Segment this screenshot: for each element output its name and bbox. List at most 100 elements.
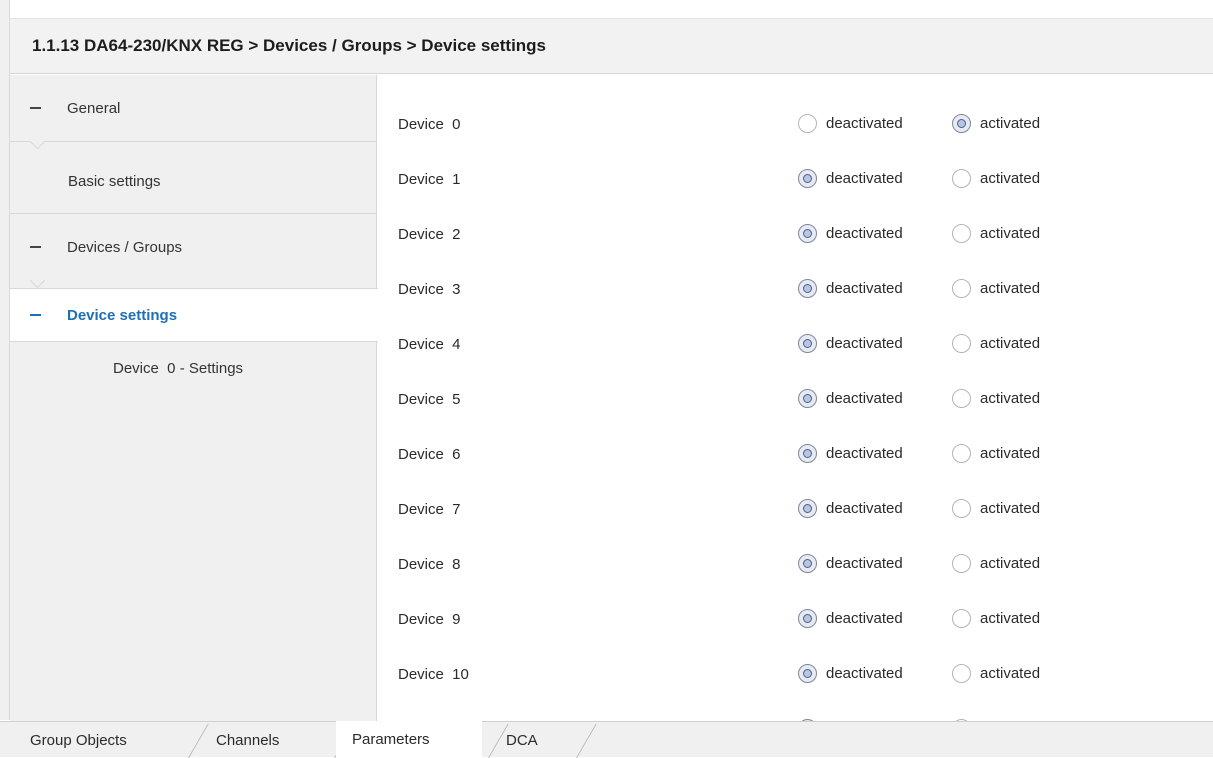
activated-radio[interactable]: activated [952,444,1040,463]
radio-circle-icon[interactable] [952,554,971,573]
radio-circle-icon[interactable] [798,334,817,353]
activated-radio[interactable]: activated [952,389,1040,408]
sidebar-nav: General Basic settings Devices / Groups … [10,75,378,721]
activated-label: activated [980,610,1041,627]
radio-circle-icon[interactable] [798,169,817,188]
deactivated-radio[interactable]: deactivated [798,444,903,463]
radio-circle-icon[interactable] [952,169,971,188]
deactivated-radio[interactable]: deactivated [798,664,903,683]
activated-radio[interactable]: activated [952,499,1040,518]
sidebar-item-label: General [67,99,121,117]
sidebar-item-device-settings[interactable]: Device settings [10,288,378,342]
deactivated-radio[interactable]: deactivated [798,499,903,518]
sidebar-item-label: Devices / Groups [67,238,183,256]
deactivated-radio[interactable]: deactivated [798,169,903,188]
bottom-tab-bar: Group Objects Channels Parameters DCA [0,721,1213,758]
activated-radio[interactable]: activated [952,279,1040,298]
activated-label: activated [980,225,1041,242]
activated-radio[interactable]: activated [952,114,1040,133]
radio-circle-icon[interactable] [798,114,817,133]
radio-circle-icon[interactable] [952,334,971,353]
breadcrumb: 1.1.13 DA64-230/KNX REG > Devices / Grou… [32,36,547,55]
deactivated-label: deactivated [826,225,903,242]
activated-label: activated [980,555,1041,572]
deactivated-radio[interactable]: deactivated [798,279,903,298]
radio-circle-icon[interactable] [798,444,817,463]
device-row: Device 5 deactivated activated [378,378,1213,433]
radio-circle-icon[interactable] [952,499,971,518]
sidebar-item-label: Device settings [67,306,178,324]
radio-circle-icon[interactable] [952,664,971,683]
activated-label: activated [980,500,1041,517]
device-row: Device 11deactivatedactivated [378,708,1213,721]
collapse-dash-icon [30,246,41,248]
radio-circle-icon[interactable] [798,609,817,628]
radio-circle-icon[interactable] [798,499,817,518]
deactivated-radio[interactable]: deactivated [798,224,903,243]
deactivated-label: deactivated [826,555,903,572]
device-label: Device 6 [398,446,461,463]
activated-label: activated [980,445,1041,462]
radio-circle-icon[interactable] [952,389,971,408]
deactivated-label: deactivated [826,445,903,462]
breadcrumb-header: 1.1.13 DA64-230/KNX REG > Devices / Grou… [10,18,1213,74]
device-row: Device 8 deactivated activated [378,543,1213,598]
activated-radio[interactable]: activated [952,664,1040,683]
device-settings-panel: Device 0 deactivated activated Device 1 deac… [378,75,1213,721]
activated-label: activated [980,335,1041,352]
radio-circle-icon[interactable] [952,114,971,133]
radio-circle-icon[interactable] [798,389,817,408]
deactivated-radio[interactable]: deactivated [798,554,903,573]
deactivated-label: deactivated [826,335,903,352]
deactivated-radio[interactable]: deactivated [798,114,903,133]
device-row: Device 9 deactivated activated [378,598,1213,653]
deactivated-radio[interactable]: deactivated [798,609,903,628]
window-left-border [0,0,10,720]
radio-circle-icon[interactable] [952,609,971,628]
device-label: Device 4 [398,336,461,353]
collapse-dash-icon [30,107,41,109]
radio-circle-icon[interactable] [798,554,817,573]
radio-circle-icon[interactable] [798,279,817,298]
deactivated-label: deactivated [826,390,903,407]
radio-circle-icon[interactable] [952,224,971,243]
activated-radio[interactable]: activated [952,554,1040,573]
tab-separator [576,724,597,758]
activated-label: activated [980,390,1041,407]
sidebar-item-basic-settings[interactable]: Basic settings [10,142,377,212]
sidebar-item-general[interactable]: General [10,75,377,141]
device-label: Device 1 [398,171,461,188]
collapse-dash-icon [30,314,41,316]
tab-group-objects[interactable]: Group Objects [10,722,174,758]
device-label: Device 5 [398,391,461,408]
sidebar-item-devices-groups[interactable]: Devices / Groups [10,214,377,280]
radio-circle-icon[interactable] [952,279,971,298]
device-label: Device 10 [398,666,469,683]
device-label: Device 8 [398,556,461,573]
tab-parameters[interactable]: Parameters [336,721,482,758]
tab-label: Parameters [352,731,430,748]
device-row: Device 7 deactivated activated [378,488,1213,543]
deactivated-label: deactivated [826,500,903,517]
sidebar-item-device-0-settings[interactable]: Device 0 - Settings [10,353,377,383]
tab-label: Group Objects [30,731,127,749]
device-label: Device 3 [398,281,461,298]
sidebar-item-label: Basic settings [68,172,161,190]
deactivated-radio[interactable]: deactivated [798,389,903,408]
tab-channels[interactable]: Channels [198,722,328,758]
radio-circle-icon[interactable] [798,224,817,243]
radio-circle-icon[interactable] [952,444,971,463]
activated-radio[interactable]: activated [952,169,1040,188]
device-label: Device 7 [398,501,461,518]
activated-radio[interactable]: activated [952,334,1040,353]
device-row: Device 1 deactivated activated [378,158,1213,213]
activated-radio[interactable]: activated [952,224,1040,243]
deactivated-radio[interactable]: deactivated [798,334,903,353]
device-label: Device 0 [398,116,461,133]
radio-circle-icon[interactable] [798,664,817,683]
activated-label: activated [980,170,1041,187]
tab-dca[interactable]: DCA [492,722,572,758]
activated-radio[interactable]: activated [952,609,1040,628]
activated-label: activated [980,665,1041,682]
device-row: Device 0 deactivated activated [378,103,1213,158]
